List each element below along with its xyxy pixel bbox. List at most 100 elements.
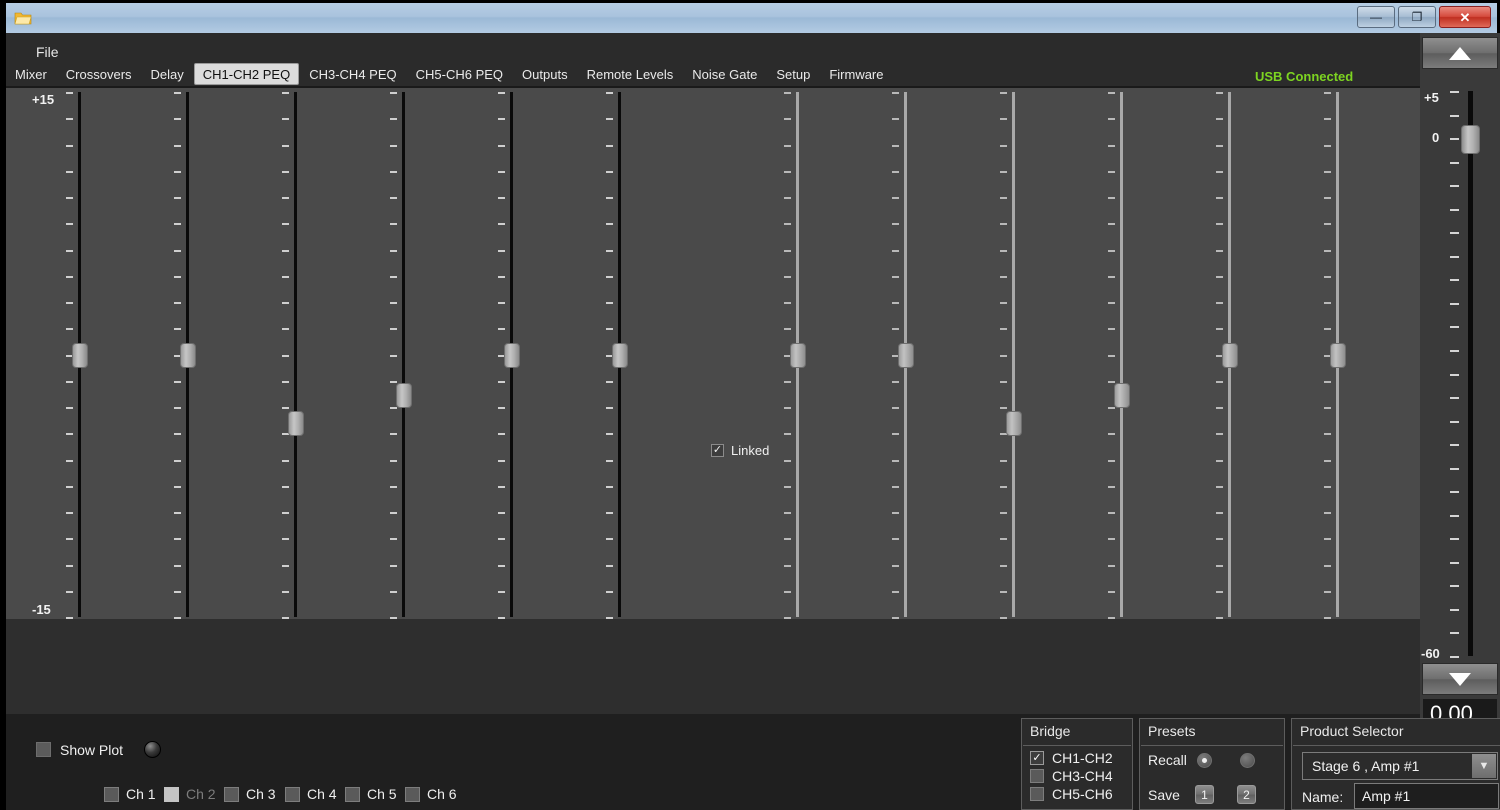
presets-title: Presets xyxy=(1148,723,1196,739)
slider-tick xyxy=(66,512,73,514)
slider-handle[interactable] xyxy=(504,342,520,368)
tab-ch3-ch4-peq[interactable]: CH3-CH4 PEQ xyxy=(300,63,406,85)
tab-delay[interactable]: Delay xyxy=(141,63,193,85)
slider-handle[interactable] xyxy=(72,342,88,368)
slider-tick xyxy=(174,92,181,94)
slider-tick xyxy=(784,118,791,121)
bridge-item-ch1-ch2[interactable]: ✓ CH1-CH2 xyxy=(1030,750,1113,766)
slider-tick xyxy=(892,564,899,567)
slider-handle[interactable] xyxy=(612,342,628,368)
slider-handle[interactable] xyxy=(180,342,196,368)
recall-radio-1[interactable] xyxy=(1197,753,1212,768)
slider-tick xyxy=(174,407,181,409)
slider-tick xyxy=(390,433,397,436)
master-increase-button[interactable] xyxy=(1422,37,1498,69)
master-slider-tick xyxy=(1450,255,1459,258)
peq-band-slider-left-3[interactable] xyxy=(282,88,391,621)
tab-remote-levels[interactable]: Remote Levels xyxy=(577,63,683,85)
save-button-2[interactable]: 2 xyxy=(1237,785,1256,804)
slider-tick xyxy=(1324,223,1331,226)
scale-label-bottom: -15 xyxy=(32,602,51,617)
channel-mute-label: Ch 1 xyxy=(126,786,156,802)
tab-ch1-ch2-peq[interactable]: CH1-CH2 PEQ xyxy=(193,63,300,85)
recall-radio-2[interactable] xyxy=(1240,753,1255,768)
channel-mute-3[interactable]: Ch 3 xyxy=(224,786,276,802)
peq-band-slider-left-4[interactable] xyxy=(390,88,499,621)
channel-mute-4[interactable]: Ch 4 xyxy=(285,786,337,802)
menu-file[interactable]: File xyxy=(36,44,59,60)
bridge-checkbox[interactable] xyxy=(1030,787,1044,801)
bridge-checkbox[interactable] xyxy=(1030,769,1044,783)
slider-tick xyxy=(1000,170,1007,173)
tab-crossovers[interactable]: Crossovers xyxy=(56,63,141,85)
minimize-button[interactable]: — xyxy=(1357,6,1395,28)
bridge-item-ch5-ch6[interactable]: CH5-CH6 xyxy=(1030,786,1113,802)
show-plot-label: Show Plot xyxy=(60,741,124,758)
show-plot-group[interactable]: ✓ Show Plot xyxy=(36,741,162,758)
slider-tick xyxy=(606,380,613,383)
slider-tick xyxy=(1108,512,1115,514)
channel-mute-checkbox[interactable] xyxy=(104,786,119,802)
slider-handle[interactable] xyxy=(288,410,304,436)
master-slider-handle[interactable] xyxy=(1461,125,1480,154)
tab-mixer[interactable]: Mixer xyxy=(6,63,56,85)
channel-mute-6[interactable]: Ch 6 xyxy=(405,786,457,802)
master-slider-tick xyxy=(1450,608,1459,611)
slider-tick xyxy=(1324,92,1331,94)
save-button-1[interactable]: 1 xyxy=(1195,785,1214,804)
tab-firmware[interactable]: Firmware xyxy=(820,63,893,85)
slider-tick xyxy=(174,170,181,173)
slider-tick xyxy=(174,118,181,121)
master-slider-tick xyxy=(1450,138,1459,141)
tab-setup[interactable]: Setup xyxy=(767,63,820,85)
peq-band-slider-left-5[interactable] xyxy=(498,88,607,621)
slider-tick xyxy=(498,118,505,121)
restore-button[interactable]: ❐ xyxy=(1398,6,1436,28)
slider-tick xyxy=(1324,538,1331,541)
product-selector-dropdown[interactable]: Stage 6 , Amp #1 ▼ xyxy=(1302,752,1498,780)
peq-band-slider-left-1[interactable] xyxy=(66,88,175,621)
slider-tick xyxy=(1324,590,1331,593)
slider-tick xyxy=(892,407,899,409)
tab-outputs[interactable]: Outputs xyxy=(513,63,577,85)
slider-tick xyxy=(66,538,73,541)
channel-mute-1[interactable]: Ch 1 xyxy=(104,786,156,802)
slider-tick xyxy=(892,590,899,593)
show-plot-checkbox[interactable]: ✓ xyxy=(36,742,51,757)
master-slider-tick xyxy=(1450,91,1459,93)
channel-mute-checkbox[interactable] xyxy=(285,786,300,802)
slider-tick xyxy=(1216,512,1223,514)
close-icon: ✕ xyxy=(1459,9,1471,25)
slider-tick xyxy=(1324,564,1331,567)
slider-handle xyxy=(1330,342,1346,368)
channel-mute-checkbox[interactable] xyxy=(345,786,360,802)
bridge-item-ch3-ch4[interactable]: CH3-CH4 xyxy=(1030,768,1113,784)
chevron-down-icon[interactable]: ▼ xyxy=(1472,754,1496,778)
linked-checkbox-group[interactable]: ✓ Linked xyxy=(711,443,769,458)
slider-tick xyxy=(892,92,899,94)
channel-mute-5[interactable]: Ch 5 xyxy=(345,786,397,802)
slider-tick xyxy=(282,459,289,462)
peq-band-slider-left-2[interactable] xyxy=(174,88,283,621)
product-name-input[interactable]: Amp #1 xyxy=(1354,783,1499,809)
bridge-checkbox[interactable]: ✓ xyxy=(1030,751,1044,765)
slider-tick xyxy=(1000,275,1007,278)
master-decrease-button[interactable] xyxy=(1422,663,1498,695)
slider-tick xyxy=(784,590,791,593)
slider-tick xyxy=(174,223,181,226)
channel-mute-checkbox[interactable] xyxy=(405,786,420,802)
slider-tick xyxy=(606,512,613,514)
slider-tick xyxy=(1000,144,1007,147)
channel-mute-checkbox[interactable] xyxy=(224,786,239,802)
slider-handle[interactable] xyxy=(396,382,412,408)
master-volume-slider[interactable]: +5 0 -60 xyxy=(1420,86,1500,663)
slider-tick xyxy=(66,590,73,593)
close-button[interactable]: ✕ xyxy=(1439,6,1491,28)
slider-tick xyxy=(1000,328,1007,331)
tab-noise-gate[interactable]: Noise Gate xyxy=(683,63,767,85)
peq-band-slider-left-6[interactable] xyxy=(606,88,715,621)
slider-tick xyxy=(390,538,397,541)
slider-tick xyxy=(1000,590,1007,593)
tab-ch5-ch6-peq[interactable]: CH5-CH6 PEQ xyxy=(406,63,513,85)
slider-tick xyxy=(66,249,73,252)
